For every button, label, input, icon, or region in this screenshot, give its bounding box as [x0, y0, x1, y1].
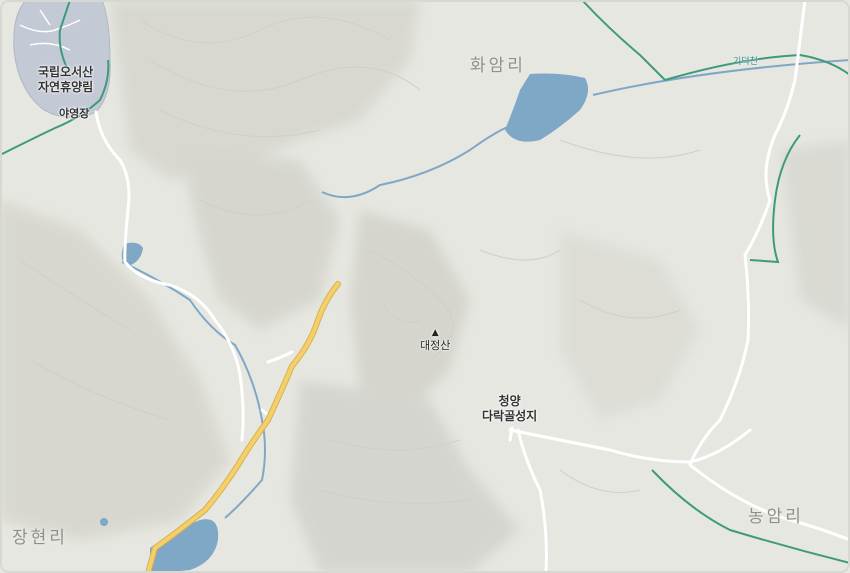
peak-label[interactable]: ▲ 대정산 — [420, 328, 450, 353]
stream-label-gideok: 기덕천 — [733, 57, 758, 67]
village-label-janghyeon: 장현리 — [12, 528, 68, 548]
holy-site-label[interactable]: 청양 다락골성지 — [482, 394, 537, 424]
campsite-label[interactable]: 야영장 — [59, 107, 89, 121]
peak-marker-icon: ▲ — [431, 328, 439, 338]
village-label-nongam: 농암리 — [748, 507, 804, 527]
recreation-forest-name-line2: 자연휴양림 — [38, 80, 94, 94]
recreation-forest-name-line1: 국립오서산 — [38, 65, 94, 79]
small-pond — [100, 518, 108, 526]
holy-site-name-line2: 다락골성지 — [482, 409, 538, 423]
holy-site-name-line1: 청양 — [498, 394, 521, 408]
recreation-forest-label[interactable]: 국립오서산 자연휴양림 — [38, 65, 93, 95]
map-canvas[interactable]: 국립오서산 자연휴양림 야영장 화암리 기덕천 ▲ 대정산 청양 다락골성지 농… — [0, 0, 850, 573]
peak-name: 대정산 — [420, 339, 451, 353]
map-base-layer — [0, 0, 850, 573]
village-label-hwaam: 화암리 — [470, 56, 526, 76]
